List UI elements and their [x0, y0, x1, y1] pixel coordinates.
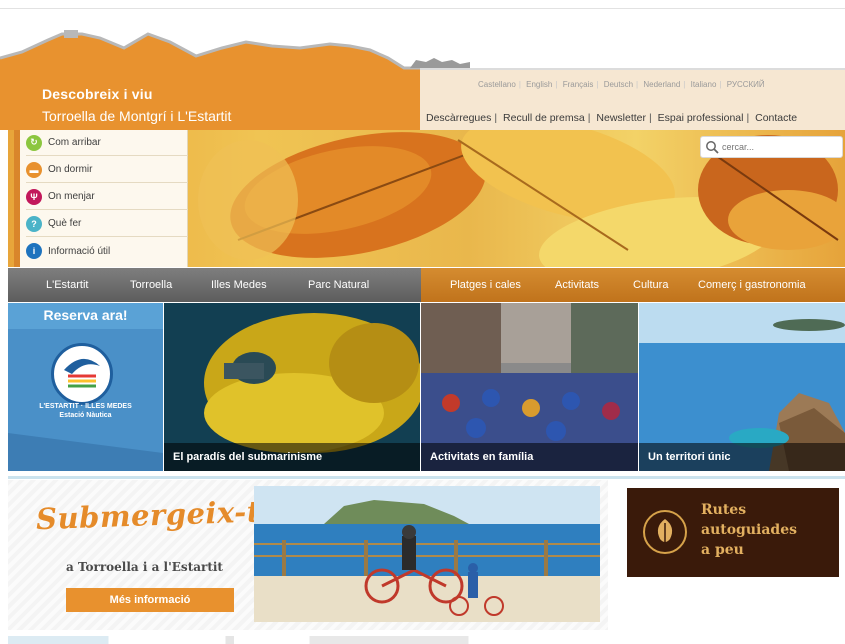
language-menu: Castellano | English | Français | Deutsch | … [478, 80, 765, 89]
reserva-line2: Estació Nàutica [59, 412, 112, 419]
separator: | [636, 80, 639, 89]
route-icon: ↻ [26, 134, 42, 151]
lang-russian[interactable]: РУССКИЙ [727, 80, 765, 89]
question-icon: ? [26, 215, 42, 232]
tile-caption: Activitats en família [421, 443, 638, 471]
footer-strip [8, 636, 845, 644]
link-newsletter[interactable]: Newsletter [596, 112, 646, 124]
cutlery-icon: Ψ [26, 188, 42, 205]
promo-subline: a Torroella i a l'Estartit [66, 560, 223, 574]
promo-banner: Submergeix-te a Torroella i a l'Estartit… [8, 480, 608, 630]
utility-links: Descàrregues | Recull de premsa | Newslett… [426, 112, 797, 124]
separator: | [649, 112, 652, 124]
lang-francais[interactable]: Français [563, 80, 594, 89]
separator: | [683, 80, 686, 89]
tile-caption: Un territori únic [639, 443, 845, 471]
main-nav-places: L'Estartit Torroella Illes Medes Parc Na… [8, 268, 421, 302]
tile-caption: El paradís del submarinisme [164, 443, 420, 471]
nav-platges-cales[interactable]: Platges i cales [450, 279, 521, 291]
section-divider [8, 476, 845, 479]
nav-comerc-gastronomia[interactable]: Comerç i gastronomia [698, 279, 806, 291]
quick-link-label: Què fer [48, 218, 82, 229]
rutes-text: Rutes autoguiades a peu [701, 500, 797, 560]
separator: | [596, 80, 599, 89]
separator: | [587, 112, 591, 124]
reserva-ara-banner[interactable]: Reserva ara! L'ESTARTIT · ILLES MEDES Es… [8, 303, 163, 471]
quick-link-on-menjar[interactable]: Ψ On menjar [26, 184, 188, 210]
nav-lestartit[interactable]: L'Estartit [46, 279, 88, 291]
quick-link-on-dormir[interactable]: ▬ On dormir [26, 157, 188, 183]
quick-link-que-fer[interactable]: ? Què fer [26, 211, 188, 237]
rutes-line1: Rutes [701, 502, 747, 518]
separator: | [719, 80, 722, 89]
brand-line2: Torroella de Montgrí i L'Estartit [42, 108, 232, 124]
bed-icon: ▬ [26, 161, 42, 178]
mes-informacio-button[interactable]: Més informació [66, 588, 234, 612]
site-header: Descobreix i viu Torroella de Montgrí i … [0, 12, 845, 130]
separator: | [555, 80, 558, 89]
promo-photo [254, 486, 600, 622]
nav-parc-natural[interactable]: Parc Natural [308, 279, 369, 291]
estacio-nautica-logo [51, 343, 113, 405]
link-contacte[interactable]: Contacte [755, 112, 797, 124]
search-icon[interactable] [705, 140, 719, 154]
tile-territori-unic[interactable]: Un territori únic [639, 303, 845, 471]
quick-link-label: Informació útil [48, 245, 111, 257]
nav-illes-medes[interactable]: Illes Medes [211, 279, 267, 291]
lang-nederland[interactable]: Nederland [643, 80, 680, 89]
main-nav-topics: Platges i cales Activitats Cultura Comer… [421, 268, 845, 302]
quick-link-label: On menjar [48, 191, 95, 202]
search-input[interactable] [722, 142, 832, 152]
tile-activitats-familia[interactable]: Activitats en família [421, 303, 638, 471]
lang-italiano[interactable]: Italiano [691, 80, 717, 89]
lang-deutsch[interactable]: Deutsch [604, 80, 633, 89]
feature-tiles: Reserva ara! L'ESTARTIT · ILLES MEDES Es… [8, 303, 845, 471]
separator: | [518, 80, 521, 89]
separator: | [746, 112, 750, 124]
quick-links-panel: ↻ Com arribar ▬ On dormir Ψ On menjar ? … [14, 130, 188, 267]
rutes-line3: a peu [701, 542, 744, 558]
nav-activitats[interactable]: Activitats [555, 279, 599, 291]
nav-cultura[interactable]: Cultura [633, 279, 668, 291]
quick-link-label: Com arribar [48, 137, 101, 148]
reserva-line1: L'ESTARTIT · ILLES MEDES [39, 403, 132, 410]
brand[interactable]: Descobreix i viu Torroella de Montgrí i … [42, 86, 231, 124]
leaf-icon [643, 510, 687, 554]
quick-link-com-arribar[interactable]: ↻ Com arribar [26, 130, 188, 156]
info-icon: i [26, 243, 42, 259]
link-espai-professional[interactable]: Espai professional [658, 112, 744, 124]
rutes-line2: autoguiades [701, 522, 797, 538]
lang-castellano[interactable]: Castellano [478, 80, 516, 89]
quick-link-informacio-util[interactable]: i Informació útil [26, 238, 188, 264]
promo-headline: Submergeix-te [35, 493, 281, 537]
rutes-autoguiades-banner[interactable]: Rutes autoguiades a peu [627, 488, 839, 577]
link-recull-premsa[interactable]: Recull de premsa [503, 112, 585, 124]
link-descarregues[interactable]: Descàrregues [426, 112, 491, 124]
quick-link-label: On dormir [48, 164, 93, 175]
reserva-title: Reserva ara! [43, 307, 128, 323]
search-box [700, 136, 843, 158]
brand-line1: Descobreix i viu [42, 86, 153, 102]
separator: | [494, 112, 498, 124]
panel-accent [14, 130, 20, 267]
nav-torroella[interactable]: Torroella [130, 279, 172, 291]
top-rule [0, 8, 845, 9]
lang-english[interactable]: English [526, 80, 552, 89]
tile-submarinisme[interactable]: El paradís del submarinisme [164, 303, 420, 471]
